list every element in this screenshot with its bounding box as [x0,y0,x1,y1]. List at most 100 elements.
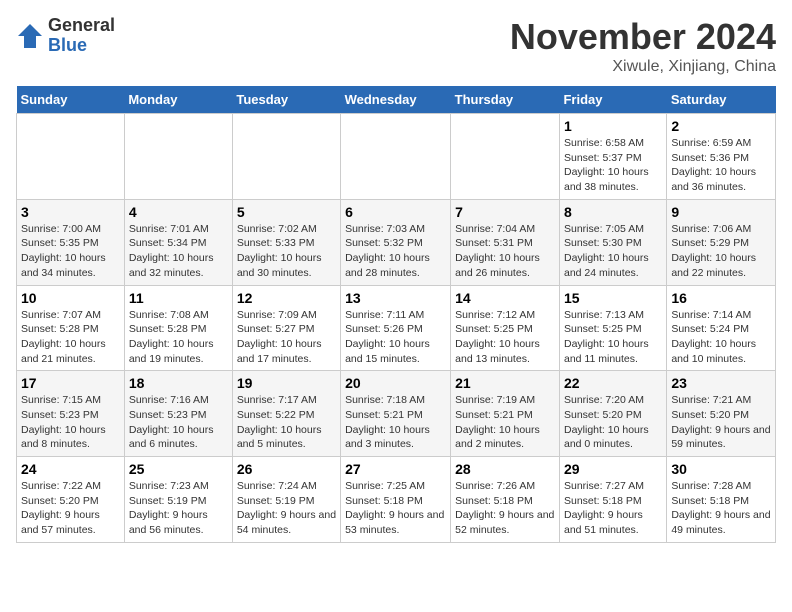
calendar-cell: 24 Sunrise: 7:22 AM Sunset: 5:20 PM Dayli… [17,457,125,543]
day-number: 28 [455,461,555,477]
calendar-cell: 25 Sunrise: 7:23 AM Sunset: 5:19 PM Dayli… [124,457,232,543]
calendar-cell: 18 Sunrise: 7:16 AM Sunset: 5:23 PM Dayli… [124,371,232,457]
day-info: Sunrise: 7:04 AM Sunset: 5:31 PM Dayligh… [455,223,540,279]
page-header: General Blue November 2024 Xiwule, Xinji… [16,16,776,76]
day-number: 2 [671,118,771,134]
weekday-header: Friday [559,86,666,114]
day-number: 19 [237,375,336,391]
calendar-table: SundayMondayTuesdayWednesdayThursdayFrid… [16,86,776,543]
calendar-cell: 17 Sunrise: 7:15 AM Sunset: 5:23 PM Dayli… [17,371,125,457]
calendar-cell: 19 Sunrise: 7:17 AM Sunset: 5:22 PM Dayli… [232,371,340,457]
day-info: Sunrise: 7:14 AM Sunset: 5:24 PM Dayligh… [671,309,756,365]
day-info: Sunrise: 7:03 AM Sunset: 5:32 PM Dayligh… [345,223,430,279]
day-number: 13 [345,290,446,306]
day-number: 29 [564,461,662,477]
weekday-header: Tuesday [232,86,340,114]
weekday-header: Saturday [667,86,776,114]
day-info: Sunrise: 7:19 AM Sunset: 5:21 PM Dayligh… [455,394,540,450]
calendar-cell: 9Sunrise: 7:06 AM Sunset: 5:29 PM Daylig… [667,199,776,285]
calendar-cell [17,114,125,200]
day-info: Sunrise: 7:18 AM Sunset: 5:21 PM Dayligh… [345,394,430,450]
day-number: 12 [237,290,336,306]
calendar-cell: 16 Sunrise: 7:14 AM Sunset: 5:24 PM Dayli… [667,285,776,371]
day-number: 14 [455,290,555,306]
day-number: 17 [21,375,120,391]
day-info: Sunrise: 7:20 AM Sunset: 5:20 PM Dayligh… [564,394,649,450]
calendar-cell: 1 Sunrise: 6:58 AM Sunset: 5:37 PM Daylig… [559,114,666,200]
day-number: 16 [671,290,771,306]
day-info: Sunrise: 6:59 AM Sunset: 5:36 PM Dayligh… [671,137,756,193]
calendar-cell: 20 Sunrise: 7:18 AM Sunset: 5:21 PM Dayli… [341,371,451,457]
weekday-header: Sunday [17,86,125,114]
weekday-header: Monday [124,86,232,114]
day-number: 10 [21,290,120,306]
calendar-cell [232,114,340,200]
calendar-cell: 7 Sunrise: 7:04 AM Sunset: 5:31 PM Daylig… [451,199,560,285]
day-info: Sunrise: 6:58 AM Sunset: 5:37 PM Dayligh… [564,137,649,193]
day-info: Sunrise: 7:12 AM Sunset: 5:25 PM Dayligh… [455,309,540,365]
day-info: Sunrise: 7:08 AM Sunset: 5:28 PM Dayligh… [129,309,214,365]
day-number: 5 [237,204,336,220]
calendar-cell: 6Sunrise: 7:03 AM Sunset: 5:32 PM Daylig… [341,199,451,285]
day-number: 7 [455,204,555,220]
calendar-cell: 14 Sunrise: 7:12 AM Sunset: 5:25 PM Dayli… [451,285,560,371]
day-info: Sunrise: 7:15 AM Sunset: 5:23 PM Dayligh… [21,394,106,450]
calendar-cell: 4 Sunrise: 7:01 AM Sunset: 5:34 PM Daylig… [124,199,232,285]
calendar-cell: 3Sunrise: 7:00 AM Sunset: 5:35 PM Daylig… [17,199,125,285]
calendar-week-row: 10 Sunrise: 7:07 AM Sunset: 5:28 PM Dayli… [17,285,776,371]
day-info: Sunrise: 7:09 AM Sunset: 5:27 PM Dayligh… [237,309,322,365]
day-info: Sunrise: 7:11 AM Sunset: 5:26 PM Dayligh… [345,309,430,365]
calendar-cell: 5Sunrise: 7:02 AM Sunset: 5:33 PM Daylig… [232,199,340,285]
day-info: Sunrise: 7:00 AM Sunset: 5:35 PM Dayligh… [21,223,106,279]
logo-text: General Blue [48,16,115,56]
day-number: 18 [129,375,228,391]
calendar-cell [341,114,451,200]
calendar-cell: 29 Sunrise: 7:27 AM Sunset: 5:18 PM Dayli… [559,457,666,543]
weekday-header: Thursday [451,86,560,114]
calendar-week-row: 1 Sunrise: 6:58 AM Sunset: 5:37 PM Daylig… [17,114,776,200]
day-number: 15 [564,290,662,306]
calendar-cell [451,114,560,200]
day-number: 8 [564,204,662,220]
weekday-header: Wednesday [341,86,451,114]
day-info: Sunrise: 7:21 AM Sunset: 5:20 PM Dayligh… [671,394,770,450]
calendar-week-row: 3Sunrise: 7:00 AM Sunset: 5:35 PM Daylig… [17,199,776,285]
day-info: Sunrise: 7:05 AM Sunset: 5:30 PM Dayligh… [564,223,649,279]
day-info: Sunrise: 7:17 AM Sunset: 5:22 PM Dayligh… [237,394,322,450]
day-info: Sunrise: 7:28 AM Sunset: 5:18 PM Dayligh… [671,480,770,536]
day-number: 30 [671,461,771,477]
day-info: Sunrise: 7:27 AM Sunset: 5:18 PM Dayligh… [564,480,644,536]
calendar-cell: 21Sunrise: 7:19 AM Sunset: 5:21 PM Dayli… [451,371,560,457]
calendar-cell [124,114,232,200]
day-number: 20 [345,375,446,391]
day-number: 25 [129,461,228,477]
calendar-cell: 8 Sunrise: 7:05 AM Sunset: 5:30 PM Daylig… [559,199,666,285]
calendar-cell: 28 Sunrise: 7:26 AM Sunset: 5:18 PM Dayli… [451,457,560,543]
calendar-cell: 30 Sunrise: 7:28 AM Sunset: 5:18 PM Dayli… [667,457,776,543]
day-number: 24 [21,461,120,477]
day-number: 26 [237,461,336,477]
calendar-cell: 15 Sunrise: 7:13 AM Sunset: 5:25 PM Dayli… [559,285,666,371]
calendar-cell: 10 Sunrise: 7:07 AM Sunset: 5:28 PM Dayli… [17,285,125,371]
day-info: Sunrise: 7:16 AM Sunset: 5:23 PM Dayligh… [129,394,214,450]
calendar-cell: 23 Sunrise: 7:21 AM Sunset: 5:20 PM Dayli… [667,371,776,457]
calendar-week-row: 24 Sunrise: 7:22 AM Sunset: 5:20 PM Dayli… [17,457,776,543]
day-number: 9 [671,204,771,220]
calendar-week-row: 17 Sunrise: 7:15 AM Sunset: 5:23 PM Dayli… [17,371,776,457]
calendar-cell: 12 Sunrise: 7:09 AM Sunset: 5:27 PM Dayli… [232,285,340,371]
day-info: Sunrise: 7:13 AM Sunset: 5:25 PM Dayligh… [564,309,649,365]
day-info: Sunrise: 7:23 AM Sunset: 5:19 PM Dayligh… [129,480,209,536]
day-number: 23 [671,375,771,391]
calendar-cell: 27 Sunrise: 7:25 AM Sunset: 5:18 PM Dayli… [341,457,451,543]
day-info: Sunrise: 7:07 AM Sunset: 5:28 PM Dayligh… [21,309,106,365]
day-info: Sunrise: 7:24 AM Sunset: 5:19 PM Dayligh… [237,480,336,536]
day-info: Sunrise: 7:26 AM Sunset: 5:18 PM Dayligh… [455,480,554,536]
day-info: Sunrise: 7:22 AM Sunset: 5:20 PM Dayligh… [21,480,101,536]
weekday-header-row: SundayMondayTuesdayWednesdayThursdayFrid… [17,86,776,114]
day-number: 4 [129,204,228,220]
month-title: November 2024 [510,16,776,58]
day-number: 1 [564,118,662,134]
day-info: Sunrise: 7:01 AM Sunset: 5:34 PM Dayligh… [129,223,214,279]
day-info: Sunrise: 7:25 AM Sunset: 5:18 PM Dayligh… [345,480,444,536]
day-number: 27 [345,461,446,477]
